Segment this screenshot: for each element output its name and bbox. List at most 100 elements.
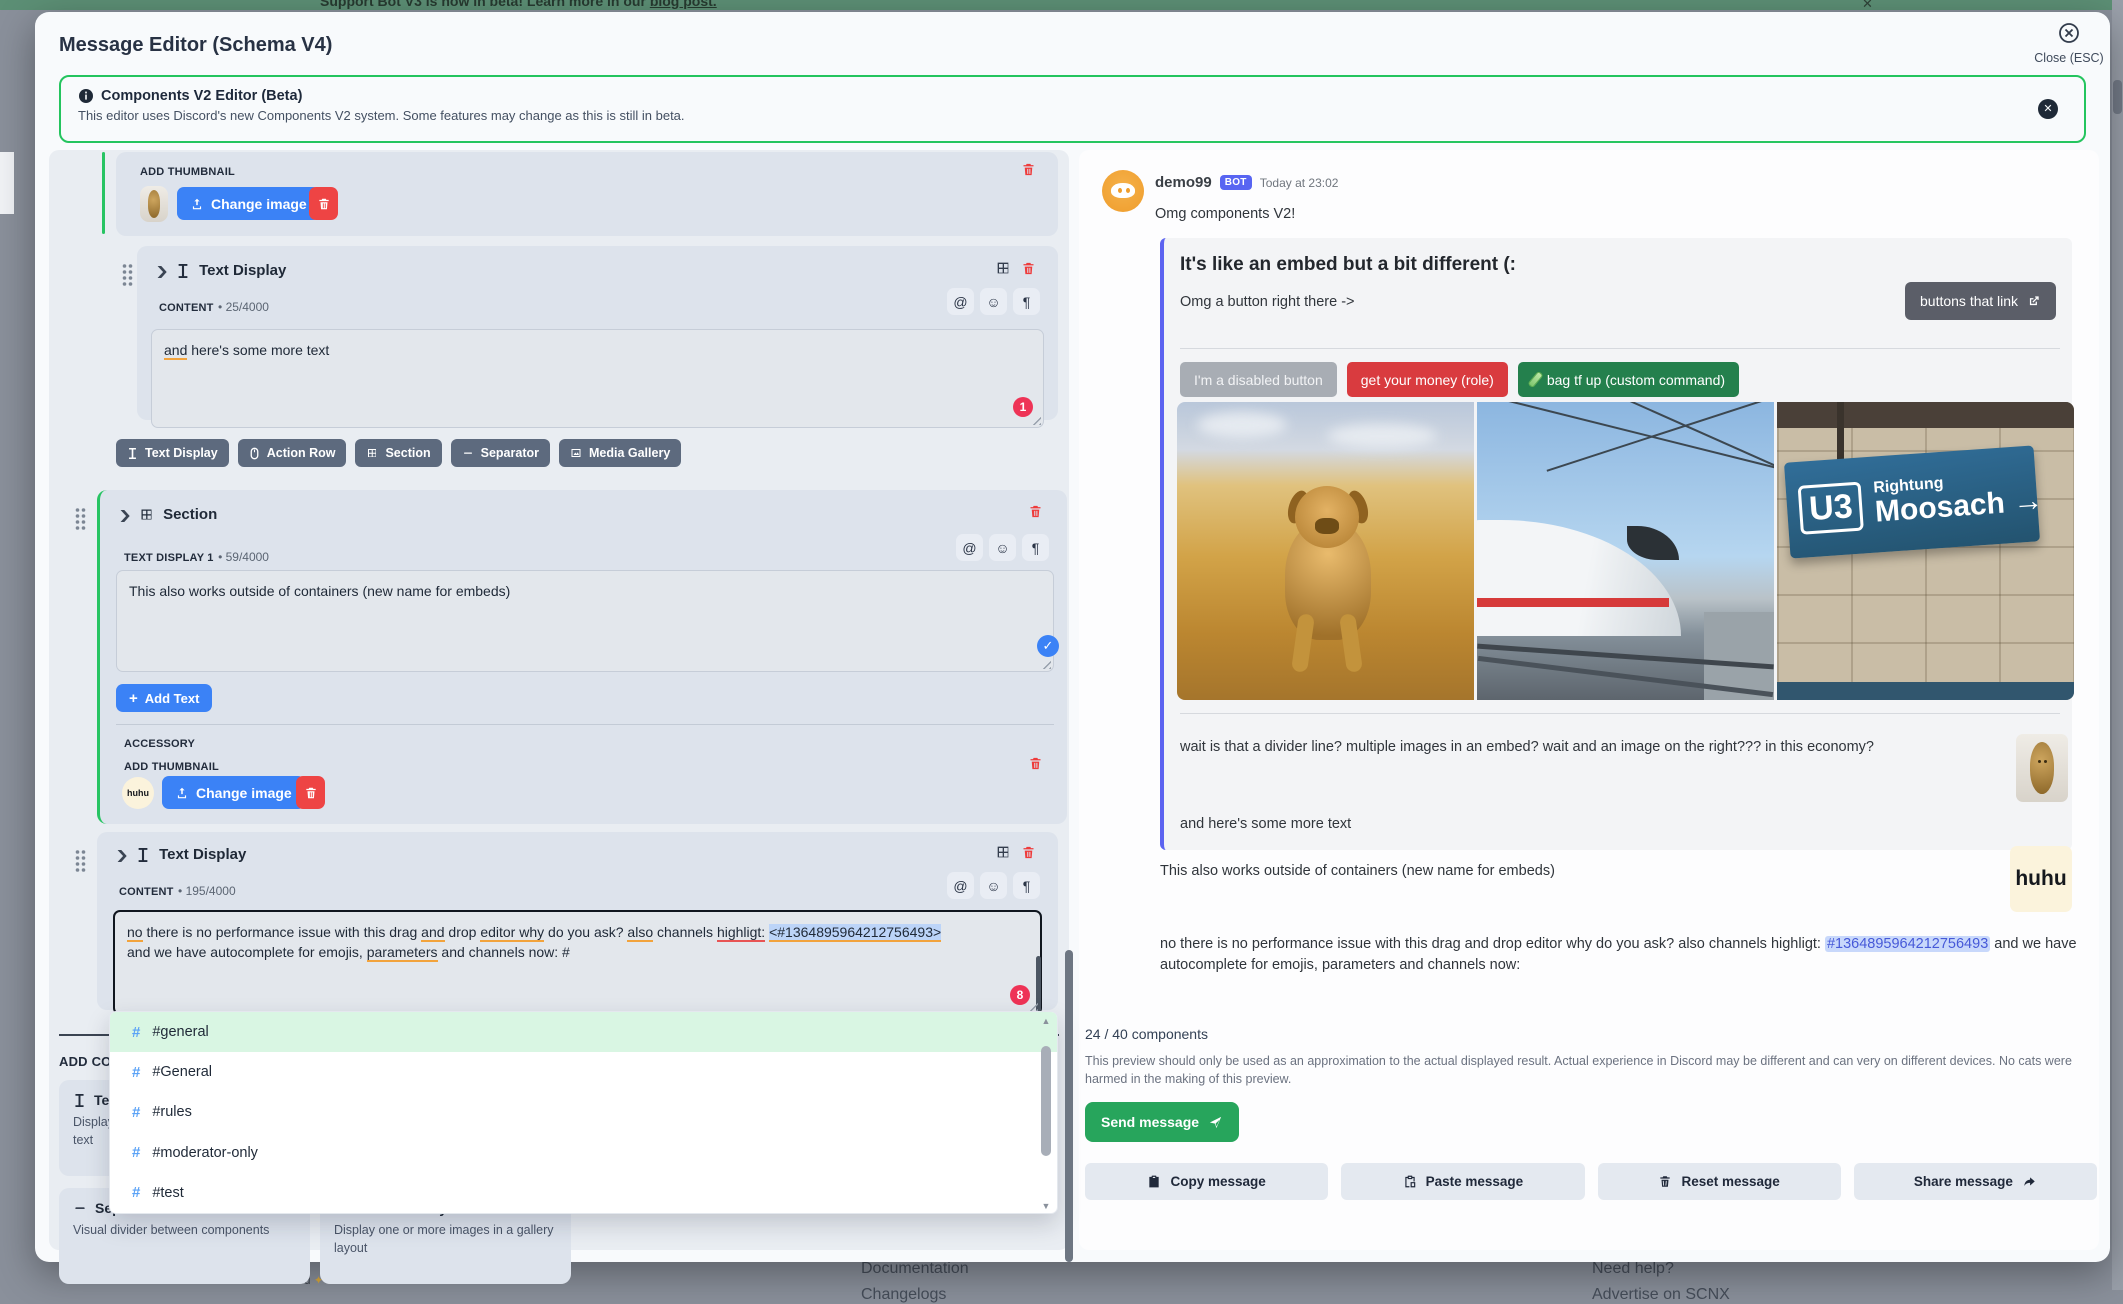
channel-mention[interactable]: #1364895964212756493 <box>1825 936 1990 952</box>
close-label: Close (ESC) <box>2030 51 2108 65</box>
u3-sign: U3 Rightung Moosach → <box>1784 445 2040 558</box>
hash-icon: # <box>132 1184 140 1201</box>
grid-action-icon[interactable] <box>995 844 1011 860</box>
dropdown-scrollbar-thumb[interactable] <box>1041 1046 1051 1156</box>
components-count: 24 / 40 components <box>1085 1026 1208 1042</box>
bot-avatar[interactable] <box>1102 170 1144 212</box>
add-text-button[interactable]: + Add Text <box>116 684 212 712</box>
section-textarea[interactable]: This also works outside of containers (n… <box>116 570 1054 672</box>
footer-link-advertise[interactable]: Advertise on SCNX <box>1592 1286 1730 1304</box>
add-action-row-button[interactable]: Action Row <box>238 439 347 467</box>
change-image-button[interactable]: Change image <box>177 187 320 220</box>
gallery-image-u3-sign[interactable]: U3 Rightung Moosach → <box>1777 402 2074 700</box>
mention-insert-icon[interactable]: @ <box>947 872 974 899</box>
blog-post-link[interactable]: blog post. <box>650 0 717 9</box>
scroll-down-icon[interactable]: ▼ <box>1040 1201 1052 1211</box>
resize-handle[interactable] <box>1041 659 1051 669</box>
underlying-page-fragment <box>0 152 14 214</box>
gallery-image-dog[interactable] <box>1177 402 1474 700</box>
page-scrollbar-thumb[interactable] <box>2113 80 2122 114</box>
copy-message-button[interactable]: Copy message <box>1085 1163 1328 1200</box>
trash-icon[interactable] <box>1021 261 1036 276</box>
remove-image-button[interactable] <box>296 776 325 809</box>
chevron-down-icon[interactable]: ❯ <box>155 264 169 278</box>
pilcrow-icon[interactable]: ¶ <box>1013 288 1040 315</box>
gallery-image-train[interactable] <box>1477 402 1774 700</box>
content-label: CONTENT <box>119 886 174 898</box>
role-button[interactable]: get your money (role) <box>1347 362 1508 397</box>
paste-message-button[interactable]: Paste message <box>1341 1163 1584 1200</box>
accessory-label: ACCESSORY <box>124 738 195 750</box>
trash-icon[interactable] <box>1028 756 1043 771</box>
content-label: CONTENT <box>159 302 214 314</box>
emoji-insert-icon[interactable]: ☺ <box>980 872 1007 899</box>
add-thumbnail-label: ADD THUMBNAIL <box>124 761 219 773</box>
remove-image-button[interactable] <box>309 187 338 220</box>
trash-icon[interactable] <box>1021 845 1036 860</box>
section-grid-icon <box>366 447 378 459</box>
add-section-button[interactable]: Section <box>355 439 441 467</box>
autocomplete-item-rules[interactable]: ##rules <box>110 1092 1057 1132</box>
mention-insert-icon[interactable]: @ <box>947 288 974 315</box>
footer-link-changelogs[interactable]: Changelogs <box>861 1286 946 1304</box>
resize-handle[interactable] <box>1028 1001 1038 1011</box>
autocomplete-item-moderator-only[interactable]: ##moderator-only <box>110 1133 1057 1173</box>
text-display-icon <box>127 447 138 460</box>
autocomplete-item-general-caps[interactable]: ##General <box>110 1052 1057 1092</box>
message-editor-modal: Message Editor (Schema V4) Close (ESC) C… <box>35 12 2110 1262</box>
channel-autocomplete-dropdown: ##general ##General ##rules ##moderator-… <box>109 1011 1058 1214</box>
resize-handle[interactable] <box>1031 415 1041 425</box>
grid-action-icon[interactable] <box>995 260 1011 276</box>
trash-icon[interactable] <box>1028 504 1043 519</box>
change-image-button[interactable]: Change image <box>162 776 305 809</box>
copy-icon <box>1147 1174 1161 1189</box>
mention-insert-icon[interactable]: @ <box>956 534 983 561</box>
autocomplete-item-general[interactable]: ##general <box>110 1012 1057 1052</box>
reset-message-button[interactable]: Reset message <box>1598 1163 1841 1200</box>
outside-thumbnail-huhu[interactable]: huhu <box>2010 846 2072 912</box>
info-icon <box>78 88 94 104</box>
drag-handle-icon[interactable] <box>74 848 87 872</box>
text-display-icon <box>176 263 190 279</box>
send-message-button[interactable]: Send message <box>1085 1102 1239 1142</box>
container-thumbnail-potato[interactable] <box>2016 734 2068 802</box>
username[interactable]: demo99 <box>1155 174 1212 191</box>
autocomplete-item-test[interactable]: ##test <box>110 1173 1057 1213</box>
link-button[interactable]: buttons that link <box>1905 282 2056 320</box>
external-link-icon <box>2027 294 2041 308</box>
content-textarea[interactable]: and here's some more text 1 <box>151 329 1044 428</box>
add-text-display-button[interactable]: Text Display <box>116 439 229 467</box>
page-scrollbar[interactable] <box>2112 0 2123 1290</box>
component-title: Section <box>163 506 217 523</box>
scroll-up-icon[interactable]: ▲ <box>1040 1016 1052 1026</box>
dropdown-scrollbar[interactable]: ▲ ▼ <box>1040 1016 1052 1211</box>
emoji-insert-icon[interactable]: ☺ <box>989 534 1016 561</box>
chevron-down-icon[interactable]: ❯ <box>118 508 132 522</box>
trash-icon[interactable] <box>1021 162 1036 177</box>
drag-handle-icon[interactable] <box>74 506 87 530</box>
editor-scrollbar-thumb[interactable] <box>1065 950 1073 1262</box>
container-accent-line <box>102 152 105 234</box>
footer-link-documentation[interactable]: Documentation <box>861 1260 969 1278</box>
banner-close-icon[interactable]: ✕ <box>1862 0 1873 10</box>
paper-plane-icon <box>1208 1115 1223 1130</box>
modal-close-button[interactable]: Close (ESC) <box>2030 22 2108 65</box>
pilcrow-icon[interactable]: ¶ <box>1013 872 1040 899</box>
upload-icon <box>190 197 204 211</box>
add-separator-button[interactable]: Separator <box>451 439 550 467</box>
drag-handle-icon[interactable] <box>121 262 134 286</box>
add-media-gallery-button[interactable]: Media Gallery <box>559 439 681 467</box>
footer-link-need-help[interactable]: Need help? <box>1592 1260 1674 1278</box>
beta-banner-close-icon[interactable]: ✕ <box>2038 99 2058 119</box>
custom-command-button[interactable]: bag tf up (custom command) <box>1518 362 1739 397</box>
content-textarea-focused[interactable]: no there is no performance issue with th… <box>113 910 1042 1015</box>
char-counter: • 195/4000 <box>178 884 236 898</box>
accessory-thumbnail-card: ADD THUMBNAIL Change image <box>116 152 1058 236</box>
chevron-down-icon[interactable]: ❯ <box>115 848 129 862</box>
share-message-button[interactable]: Share message <box>1854 1163 2097 1200</box>
pilcrow-icon[interactable]: ¶ <box>1022 534 1049 561</box>
mouse-icon <box>249 447 260 460</box>
section-card: ❯ Section TEXT DISPLAY 1 • 59/4000 @ ☺ ¶… <box>97 490 1067 824</box>
emoji-insert-icon[interactable]: ☺ <box>980 288 1007 315</box>
section-divider <box>116 724 1054 725</box>
